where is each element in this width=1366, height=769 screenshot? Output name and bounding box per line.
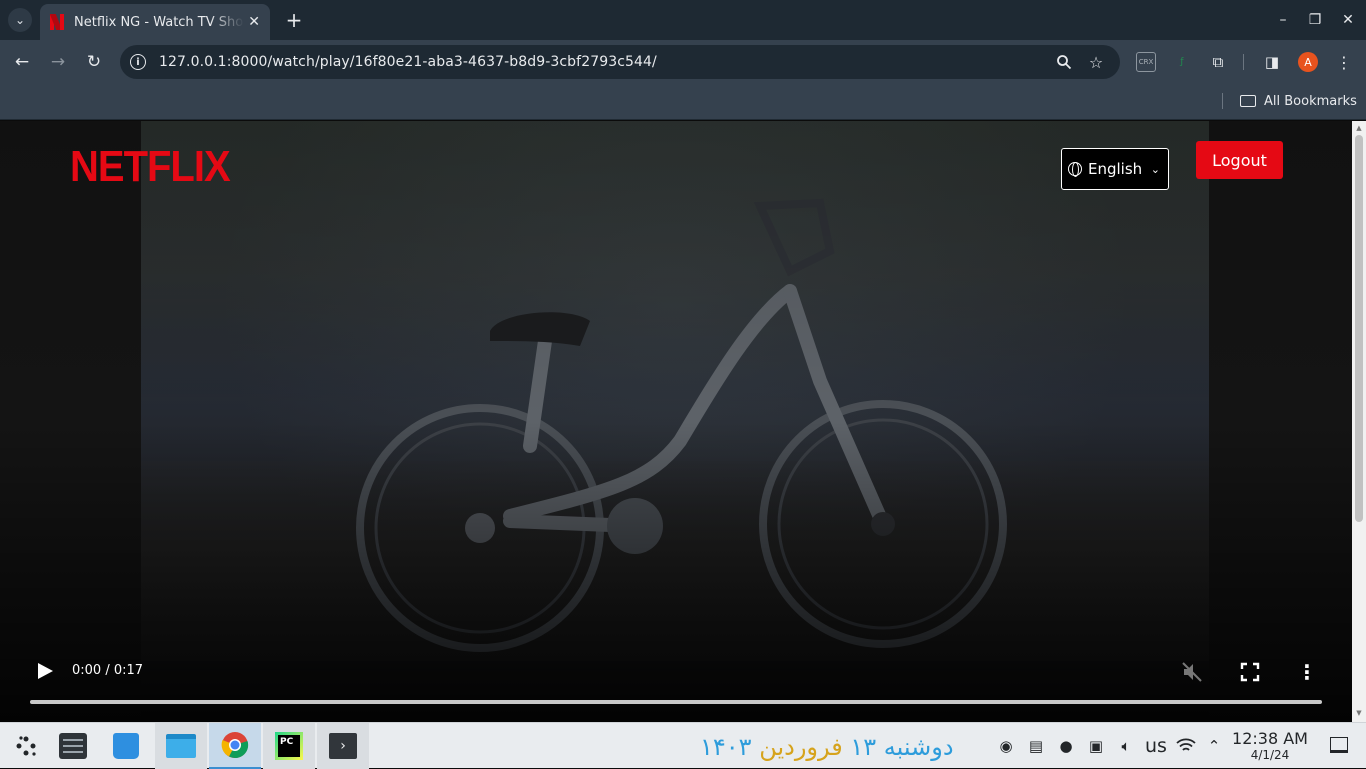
minimize-window-icon[interactable]: – — [1271, 8, 1295, 32]
video-more-options-icon[interactable]: ⋮ — [1294, 659, 1320, 685]
netflix-favicon-icon — [49, 14, 64, 30]
clipboard-icon[interactable]: ▤ — [1025, 735, 1047, 757]
profile-avatar[interactable]: A — [1298, 52, 1318, 72]
update-notifier-icon[interactable]: ◉ — [995, 735, 1017, 757]
tray-expand-chevron-up-icon[interactable]: ⌃ — [1203, 735, 1225, 757]
persian-date: دوشنبه ۱۳ فروردین ۱۴۰۳ — [700, 733, 954, 761]
wifi-icon[interactable] — [1175, 735, 1197, 757]
system-settings-icon[interactable] — [47, 723, 99, 769]
page-scrollbar[interactable]: ▲ ▼ — [1352, 121, 1366, 722]
netflix-logo[interactable]: NETFLIX — [70, 143, 231, 192]
scrollbar-thumb[interactable] — [1355, 135, 1363, 522]
folder-icon — [1240, 95, 1256, 107]
zoom-search-icon[interactable] — [1053, 51, 1075, 73]
logout-button[interactable]: Logout — [1196, 141, 1283, 179]
tab-title: Netflix NG - Watch TV Shows Online — [74, 14, 244, 30]
show-desktop-icon[interactable] — [1330, 737, 1348, 753]
persian-year: ۱۴۰۳ — [700, 733, 752, 761]
back-arrow-icon[interactable]: ← — [10, 50, 34, 74]
night-light-bulb-icon[interactable]: ● — [1055, 735, 1077, 757]
url-text[interactable]: 127.0.0.1:8000/watch/play/16f80e21-aba3-… — [159, 54, 657, 70]
bookmarks-separator — [1222, 93, 1223, 109]
terminal-icon[interactable]: › — [317, 723, 369, 769]
persian-day: ۱۳ — [850, 733, 877, 761]
play-icon[interactable] — [35, 661, 55, 681]
all-bookmarks-label: All Bookmarks — [1264, 93, 1357, 109]
language-select[interactable]: English ⌄ — [1061, 148, 1169, 190]
globe-icon — [1068, 162, 1082, 177]
taskbar-clock[interactable]: 12:38 AM 4/1/24 — [1232, 729, 1308, 762]
crx-extension-icon[interactable]: CRX — [1136, 52, 1156, 72]
watch-page: NETFLIX English ⌄ Logout 0:00 / 0:17 ⋮ — [0, 121, 1352, 722]
tab-close-icon[interactable]: ✕ — [248, 14, 260, 30]
forward-arrow-icon[interactable]: → — [46, 50, 70, 74]
chevron-down-icon: ⌄ — [1150, 162, 1160, 176]
clock-time: 12:38 AM — [1232, 729, 1308, 748]
persian-month: فروردین — [759, 733, 843, 761]
clock-date: 4/1/24 — [1250, 748, 1290, 762]
keyboard-layout-indicator[interactable]: us — [1145, 735, 1167, 757]
language-selected-label: English — [1088, 160, 1143, 178]
reload-icon[interactable]: ↻ — [82, 50, 106, 74]
os-taskbar: PC › دوشنبه ۱۳ فروردین ۱۴۰۳ ◉ ▤ ● ▣ 🔈︎ u… — [0, 722, 1366, 769]
video-gradient-overlay — [0, 121, 1352, 722]
pycharm-icon[interactable]: PC — [263, 723, 315, 769]
close-window-icon[interactable]: ✕ — [1336, 8, 1360, 32]
video-progress-bar[interactable] — [30, 700, 1322, 704]
restore-window-icon[interactable]: ❐ — [1303, 8, 1327, 32]
fullscreen-icon[interactable] — [1237, 659, 1263, 685]
formula-extension-icon[interactable]: ƒ — [1172, 52, 1192, 72]
video-time-display: 0:00 / 0:17 — [72, 663, 144, 678]
extensions-puzzle-icon[interactable]: ⧉ — [1208, 52, 1228, 72]
address-bar[interactable]: i 127.0.0.1:8000/watch/play/16f80e21-aba… — [120, 45, 1120, 79]
bookmarks-bar: All Bookmarks — [0, 84, 1366, 120]
volume-icon[interactable]: 🔈︎ — [1115, 735, 1137, 757]
scroll-down-arrow-icon[interactable]: ▼ — [1355, 709, 1363, 717]
site-info-icon[interactable]: i — [130, 54, 146, 70]
browser-tab-bar: ⌄ Netflix NG - Watch TV Shows Online ✕ +… — [0, 0, 1366, 40]
tab-search-button[interactable]: ⌄ — [8, 8, 32, 32]
chrome-taskbar-icon[interactable] — [209, 723, 261, 769]
browser-menu-icon[interactable]: ⋮ — [1334, 52, 1354, 72]
bookmark-star-icon[interactable]: ☆ — [1085, 51, 1107, 73]
browser-toolbar: ← → ↻ i 127.0.0.1:8000/watch/play/16f80e… — [0, 40, 1366, 84]
store-bag-icon[interactable] — [100, 723, 152, 769]
browser-tab-active[interactable]: Netflix NG - Watch TV Shows Online ✕ — [40, 4, 270, 40]
persian-weekday: دوشنبه — [883, 733, 954, 761]
vault-lock-icon[interactable]: ▣ — [1085, 735, 1107, 757]
side-panel-icon[interactable]: ◨ — [1262, 52, 1282, 72]
scroll-up-arrow-icon[interactable]: ▲ — [1355, 124, 1363, 132]
app-launcher-icon[interactable] — [0, 723, 52, 769]
mute-speaker-icon[interactable] — [1179, 659, 1205, 685]
file-manager-icon[interactable] — [155, 723, 207, 769]
all-bookmarks-button[interactable]: All Bookmarks — [1240, 91, 1357, 111]
new-tab-plus-icon[interactable]: + — [282, 8, 306, 32]
toolbar-separator — [1243, 54, 1244, 70]
